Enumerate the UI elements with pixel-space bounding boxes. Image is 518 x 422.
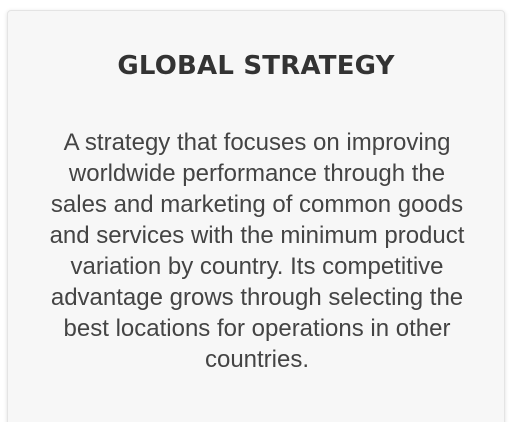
- card-description: A strategy that focuses on improving wor…: [49, 129, 465, 373]
- page: GLOBAL STRATEGY A strategy that focuses …: [0, 0, 518, 422]
- card-title: GLOBAL STRATEGY: [117, 51, 395, 81]
- strategy-card: GLOBAL STRATEGY A strategy that focuses …: [7, 10, 505, 422]
